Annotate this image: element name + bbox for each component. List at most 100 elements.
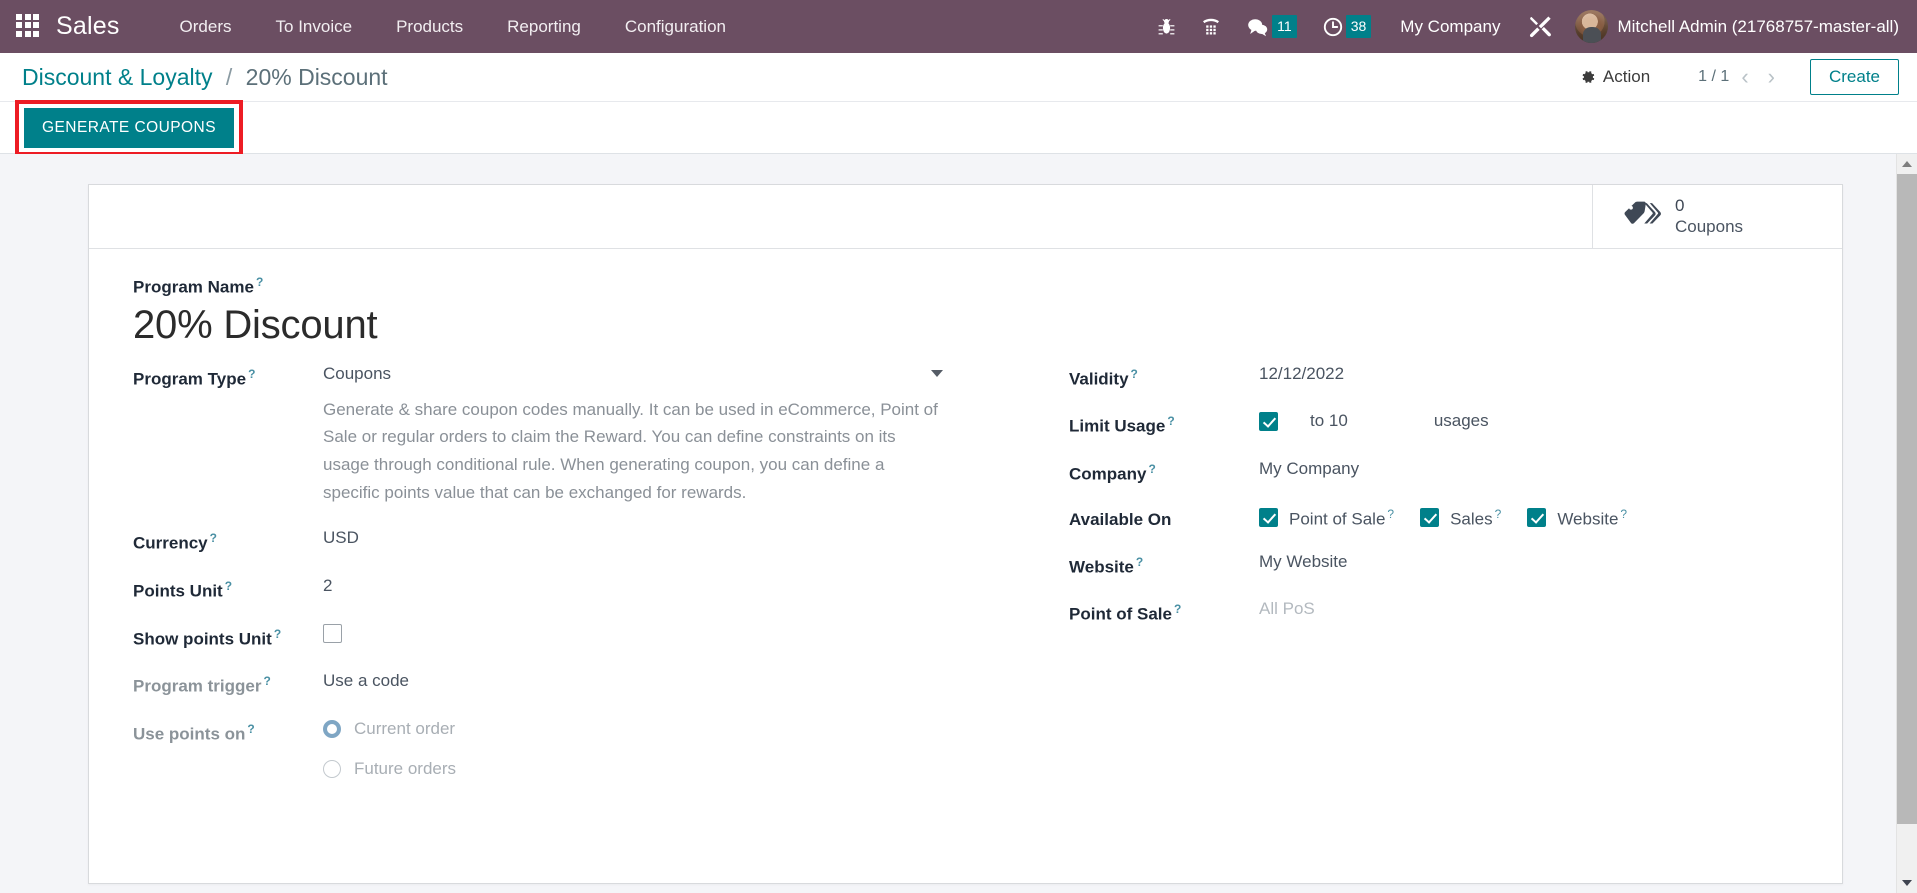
program-name-label: Program Name? (133, 275, 264, 297)
apps-grid-icon[interactable] (16, 13, 42, 40)
program-name-input[interactable]: 20% Discount (133, 300, 1798, 350)
help-tooltip-icon[interactable]: ? (247, 722, 254, 736)
control-panel-top-row: Discount & Loyalty / 20% Discount Action… (22, 53, 1899, 101)
company-value[interactable]: My Company (1259, 459, 1798, 479)
radio-current-order[interactable] (323, 720, 341, 739)
breadcrumb: Discount & Loyalty / 20% Discount (22, 64, 388, 91)
help-tooltip-icon[interactable]: ? (1136, 555, 1143, 569)
help-tooltip-icon[interactable]: ? (225, 579, 232, 593)
user-menu[interactable]: Mitchell Admin (21768757-master-all) (1565, 6, 1903, 47)
currency-value[interactable]: USD (323, 528, 973, 548)
available-on-point-of-sale[interactable]: Point of Sale? (1259, 507, 1394, 530)
help-tooltip-icon[interactable]: ? (263, 674, 270, 688)
validity-value[interactable]: 12/12/2022 (1259, 364, 1798, 384)
sheet-background: 0 Coupons Program Name? 20% Discount Pro… (0, 154, 1917, 884)
menu-item-products[interactable]: Products (374, 9, 485, 45)
available-on-website-checkbox[interactable] (1527, 508, 1547, 528)
help-tooltip-icon[interactable]: ? (256, 275, 263, 289)
generate-coupons-button[interactable]: GENERATE COUPONS (24, 107, 234, 148)
record-pager: 1 / 1 ‹ › (1698, 66, 1782, 88)
available-on-pos-checkbox[interactable] (1259, 508, 1278, 528)
points-unit-label: Points Unit? (133, 579, 233, 601)
scroll-up-button[interactable] (1897, 154, 1917, 174)
stat-button-text: 0 Coupons (1675, 196, 1743, 236)
chat-bubble-icon (1248, 18, 1268, 36)
available-on-sales-checkbox[interactable] (1420, 508, 1440, 528)
help-tooltip-icon[interactable]: ? (1167, 414, 1174, 428)
field-company: Company? My Company (1069, 459, 1798, 485)
create-button[interactable]: Create (1809, 59, 1899, 95)
program-name-group: Program Name? 20% Discount (133, 275, 1798, 350)
radio-option-future-orders[interactable]: Future orders (323, 759, 973, 779)
form-view-content: 0 Coupons Program Name? 20% Discount Pro… (0, 154, 1917, 893)
available-on-value: Point of Sale? Sales? Website? (1259, 507, 1798, 530)
help-tooltip-icon[interactable]: ? (1387, 507, 1394, 521)
messages-badge: 11 (1272, 15, 1297, 38)
radio-future-orders[interactable] (323, 760, 341, 779)
help-tooltip-icon[interactable]: ? (248, 367, 255, 381)
show-points-unit-value (323, 623, 973, 643)
wrench-screwdriver-icon[interactable] (1516, 9, 1565, 44)
available-on-label: Available On (1069, 509, 1172, 529)
form-columns: Program Type? Coupons Generate & share c… (133, 364, 1798, 821)
point-of-sale-input[interactable]: All PoS (1259, 599, 1798, 619)
program-trigger-value: Use a code (323, 671, 409, 691)
limit-usage-label: Limit Usage? (1069, 414, 1175, 436)
messages-counter[interactable]: 11 (1234, 9, 1310, 44)
available-on-sales-label: Sales? (1450, 506, 1502, 529)
field-use-points-on: Use points on? Current order Future orde… (133, 719, 973, 799)
website-value[interactable]: My Website (1259, 552, 1798, 572)
limit-usage-line: to 10 usages (1259, 411, 1798, 431)
available-on-sales[interactable]: Sales? (1420, 507, 1501, 530)
top-navbar: Sales Orders To Invoice Products Reporti… (0, 0, 1917, 53)
help-tooltip-icon[interactable]: ? (1620, 507, 1627, 521)
breadcrumb-item-root[interactable]: Discount & Loyalty (22, 64, 212, 90)
action-menu-button[interactable]: Action (1568, 62, 1662, 92)
menu-item-configuration[interactable]: Configuration (603, 9, 748, 45)
action-label: Action (1602, 67, 1651, 86)
form-sheet: 0 Coupons Program Name? 20% Discount Pro… (88, 184, 1843, 884)
clock-icon (1323, 17, 1342, 36)
menu-item-orders[interactable]: Orders (158, 9, 254, 45)
available-on-website[interactable]: Website? (1527, 507, 1627, 530)
limit-usage-amount[interactable]: to 10 (1310, 411, 1348, 431)
program-type-select[interactable]: Coupons (323, 364, 943, 384)
help-tooltip-icon[interactable]: ? (1174, 602, 1181, 616)
menu-item-reporting[interactable]: Reporting (485, 9, 603, 45)
use-points-on-label: Use points on? (133, 722, 255, 744)
field-validity: Validity? 12/12/2022 (1069, 364, 1798, 390)
app-brand-sales[interactable]: Sales (56, 12, 120, 41)
vertical-scrollbar[interactable] (1896, 154, 1917, 893)
pager-previous-button[interactable]: ‹ (1734, 66, 1755, 88)
limit-usage-checkbox[interactable] (1259, 411, 1278, 431)
program-type-selected-value: Coupons (323, 363, 392, 383)
menu-item-to-invoice[interactable]: To Invoice (254, 9, 375, 45)
help-tooltip-icon[interactable]: ? (1131, 367, 1138, 381)
avatar (1575, 10, 1609, 43)
tag-icon (1623, 199, 1661, 234)
bug-icon[interactable] (1145, 11, 1188, 42)
show-points-unit-checkbox[interactable] (323, 623, 342, 643)
points-unit-value[interactable]: 2 (323, 576, 973, 596)
field-limit-usage: Limit Usage? to 10 usages (1069, 411, 1798, 437)
company-switcher[interactable]: My Company (1384, 11, 1516, 43)
scrollbar-thumb[interactable] (1897, 174, 1917, 824)
field-program-type: Program Type? Coupons Generate & share c… (133, 364, 973, 507)
user-name: Mitchell Admin (21768757-master-all) (1617, 16, 1899, 36)
program-trigger-label: Program trigger? (133, 674, 271, 697)
stat-button-coupons[interactable]: 0 Coupons (1592, 185, 1842, 248)
help-tooltip-icon[interactable]: ? (1148, 462, 1155, 476)
help-tooltip-icon[interactable]: ? (210, 531, 217, 545)
available-on-website-label: Website? (1557, 506, 1628, 529)
radio-option-current-order[interactable]: Current order (323, 719, 973, 739)
pager-next-button[interactable]: › (1761, 66, 1782, 88)
help-tooltip-icon[interactable]: ? (274, 627, 281, 641)
activities-counter[interactable]: 38 (1310, 9, 1385, 44)
phone-icon[interactable] (1188, 11, 1234, 43)
generate-coupons-highlight: GENERATE COUPONS (15, 99, 243, 156)
scroll-down-button[interactable] (1897, 873, 1917, 893)
field-point-of-sale: Point of Sale? All PoS (1069, 599, 1798, 625)
gear-icon (1582, 71, 1595, 83)
breadcrumb-separator: / (225, 63, 233, 90)
help-tooltip-icon[interactable]: ? (1495, 507, 1502, 521)
